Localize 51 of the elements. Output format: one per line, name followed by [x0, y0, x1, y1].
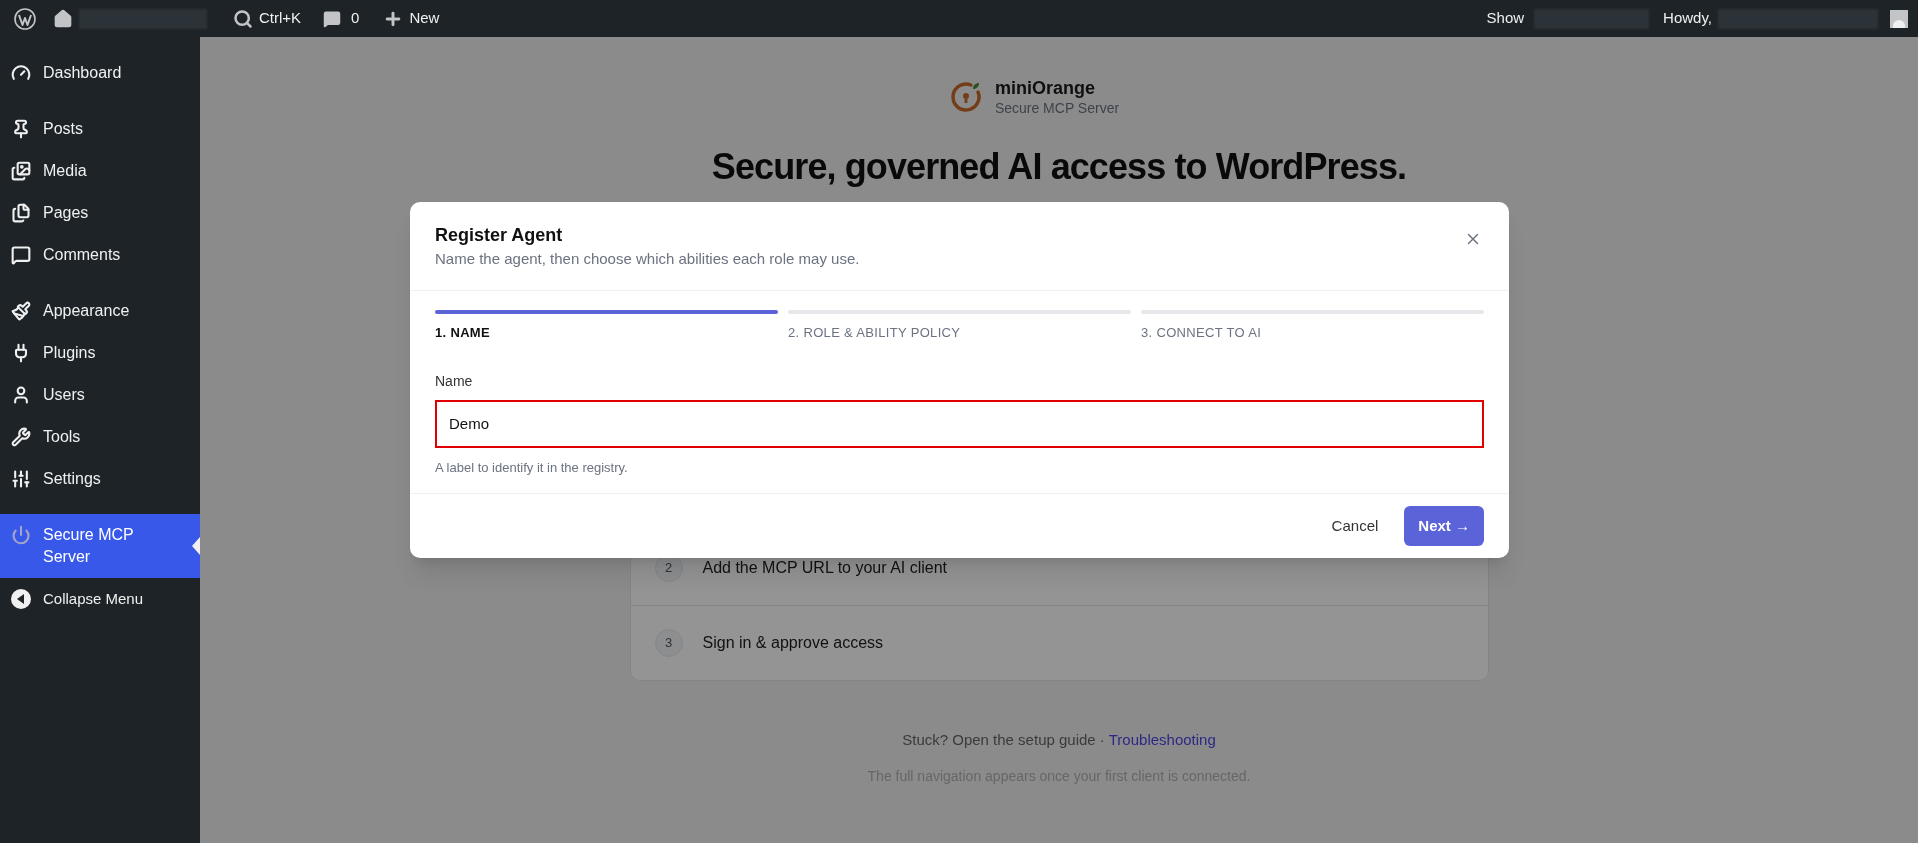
media-icon — [11, 161, 31, 181]
sidebar-item[interactable]: Media — [0, 150, 200, 192]
sidebar-item[interactable]: Users — [0, 374, 200, 416]
comment-icon[interactable] — [323, 9, 342, 28]
home-icon[interactable] — [53, 8, 73, 29]
sidebar-item[interactable]: Pages — [0, 192, 200, 234]
brush-icon — [11, 301, 31, 321]
help-text: Stuck? Open the setup guide · Troubleshooting — [902, 730, 1216, 750]
shortcut-label[interactable]: Ctrl+K — [259, 7, 302, 30]
avatar-icon[interactable] — [1890, 9, 1908, 28]
dialog-title: Register Agent — [435, 224, 564, 247]
wordpress-logo-icon[interactable] — [14, 7, 36, 30]
step-text: Sign in & approve access — [702, 633, 884, 653]
sidebar-item[interactable]: Appearance — [0, 290, 200, 332]
step-text: Add the MCP URL to your AI client — [702, 557, 948, 578]
sidebar-item[interactable]: Tools — [0, 416, 200, 458]
sliders-icon — [11, 469, 31, 489]
sidebar-item[interactable]: Comments — [0, 234, 200, 276]
comment-icon — [11, 245, 31, 265]
troubleshooting-link[interactable]: Troubleshooting — [1108, 731, 1216, 748]
pin-icon — [11, 119, 31, 139]
step-number: 3 — [654, 629, 683, 657]
cancel-button[interactable]: Cancel — [1317, 506, 1393, 546]
brand-name: miniOrange — [994, 77, 1096, 99]
field-hint: A label to identify it in the registry. — [435, 458, 629, 477]
name-input-field[interactable]: Demo — [435, 399, 1484, 448]
dashboard-icon — [11, 63, 31, 83]
show-label[interactable]: Show — [1486, 7, 1525, 30]
comment-count[interactable]: 0 — [351, 7, 360, 30]
next-button[interactable]: Next → — [1404, 506, 1484, 546]
product-name: Secure MCP Server — [994, 99, 1120, 117]
sidebar-item[interactable]: Dashboard — [0, 52, 200, 94]
field-label: Name — [435, 371, 474, 391]
new-link[interactable]: New — [409, 7, 440, 30]
lock-ring-logo-icon — [948, 80, 983, 114]
sidebar-item[interactable]: Plugins — [0, 332, 200, 374]
pages-icon — [11, 203, 31, 223]
wrench-icon — [11, 427, 31, 447]
dialog-subtitle: Name the agent, then choose which abilities each role may use. — [435, 249, 860, 269]
sidebar-item[interactable]: Secure MCP Server — [0, 514, 200, 578]
wizard-step[interactable]: 1. NAME — [435, 310, 778, 343]
user-icon — [11, 385, 31, 405]
wizard-step[interactable]: 3. CONNECT TO AI — [1141, 310, 1484, 343]
sidebar-item[interactable]: Settings — [0, 458, 200, 500]
greeting-text[interactable]: Howdy, — [1663, 7, 1712, 30]
sidebar-item[interactable]: Posts — [0, 108, 200, 150]
search-icon[interactable] — [233, 8, 253, 29]
collapse-menu-button[interactable]: Collapse Menu — [0, 578, 200, 621]
headline: Secure, governed AI access to WordPress. — [711, 145, 1407, 189]
power-icon — [11, 525, 31, 545]
wizard-step[interactable]: 2. ROLE & ABILITY POLICY — [788, 310, 1131, 343]
